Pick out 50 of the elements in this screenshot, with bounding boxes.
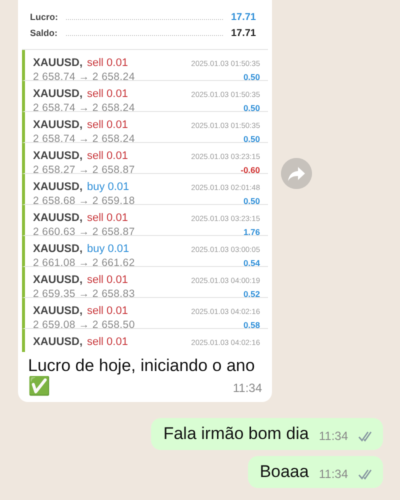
symbol: XAUUSD, [33, 305, 83, 317]
trade-profit: 0.58 [243, 320, 260, 330]
price-change: 2 658.74 → 2 658.24 [33, 133, 135, 145]
message-time: 11:34 [318, 429, 348, 443]
message-time: 11:34 [318, 467, 348, 481]
symbol: XAUUSD, [33, 57, 83, 69]
trade-profit: 0.50 [243, 103, 260, 113]
order-type: sell 0.01 [86, 212, 128, 224]
symbol: XAUUSD, [33, 181, 83, 193]
price-change: 2 661.08 → 2 661.62 [33, 257, 135, 269]
symbol: XAUUSD, [33, 243, 83, 255]
order-type: buy 0.01 [86, 181, 130, 193]
trade-profit: 0.52 [243, 289, 260, 299]
order-type: sell 0.01 [86, 305, 128, 317]
trade-profit: -0.60 [240, 165, 260, 175]
order-type: sell 0.01 [86, 119, 128, 131]
price-change: 2 658.74 → 2 658.24 [33, 71, 135, 83]
symbol: XAUUSD, [33, 274, 83, 286]
price-change: 2 659.35 → 2 658.83 [33, 288, 135, 300]
trade-profit: 0.50 [243, 134, 260, 144]
price-change: 2 658.68 → 2 659.18 [33, 195, 135, 207]
order-type: buy 0.01 [86, 243, 130, 255]
trade-profit: 0.50 [243, 196, 260, 206]
symbol: XAUUSD, [33, 336, 83, 348]
summary-value: 17.71 [230, 28, 256, 39]
message-text: Fala irmão bom dia [163, 424, 309, 444]
trade-profit: 0.50 [243, 72, 260, 82]
forward-icon[interactable] [281, 158, 312, 189]
symbol: XAUUSD, [33, 150, 83, 162]
message-text: Boaaa [260, 462, 309, 482]
order-type: sell 0.01 [86, 150, 128, 162]
order-type: sell 0.01 [86, 88, 128, 100]
trade-profit: 0.54 [243, 258, 260, 268]
check-mark-emoji: ✅ [28, 376, 50, 396]
message-text: Lucro de hoje, iniciando o ano [27, 355, 256, 376]
order-type: sell 0.01 [86, 57, 128, 69]
price-change: 2 659.08 → 2 658.50 [33, 319, 135, 331]
summary-label: Saldo: [30, 28, 58, 38]
symbol: XAUUSD, [33, 212, 83, 224]
message-time: 11:34 [232, 381, 262, 395]
price-change: 2 658.74 → 2 658.24 [33, 102, 135, 114]
price-change: 2 660.63 → 2 658.87 [33, 226, 135, 238]
symbol: XAUUSD, [33, 88, 83, 100]
summary-value: 17.71 [230, 12, 256, 23]
order-type: sell 0.01 [86, 274, 128, 286]
order-type: sell 0.01 [86, 336, 128, 348]
price-change: 2 658.27 → 2 658.87 [33, 164, 135, 176]
summary-label: Lucro: [30, 12, 58, 22]
symbol: XAUUSD, [33, 119, 83, 131]
trade-profit: 1.76 [243, 227, 260, 237]
